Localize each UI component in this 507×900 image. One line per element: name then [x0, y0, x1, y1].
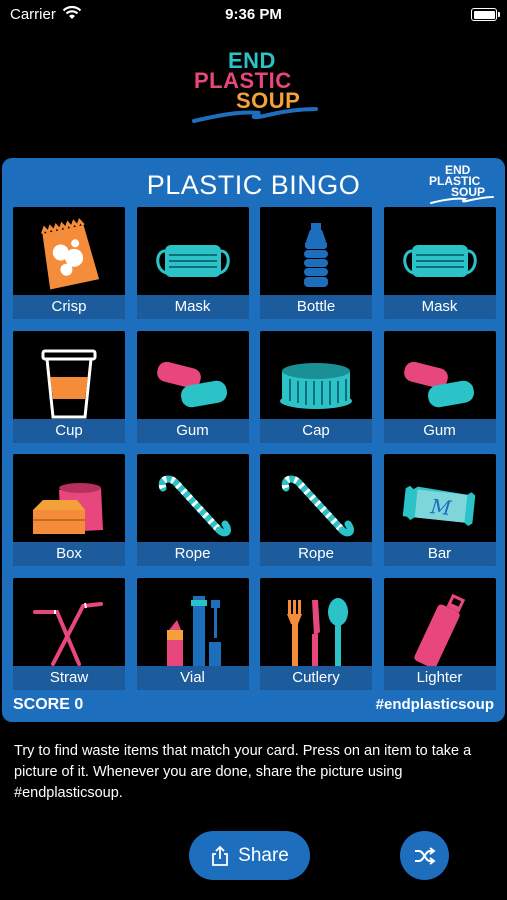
- bingo-grid: Crisp Mask Bottle Mask Cup Gum Cap Gum B…: [13, 207, 496, 690]
- chewing-gum-icon: [156, 361, 227, 407]
- bingo-cell-rope[interactable]: Rope: [136, 454, 249, 566]
- rope-icon: [158, 475, 231, 537]
- cell-label: Cutlery: [260, 665, 372, 690]
- bingo-cell-rope[interactable]: Rope: [260, 454, 372, 566]
- status-bar: Carrier 9:36 PM: [0, 0, 507, 30]
- card-logo: END PLASTIC SOUP: [429, 164, 495, 206]
- cell-label: Mask: [136, 295, 249, 319]
- battery-icon: [471, 8, 500, 21]
- score-label: SCORE 0: [13, 696, 84, 713]
- crisp-bag-icon: [41, 218, 100, 290]
- end-plastic-soup-logo: END PLASTIC SOUP: [190, 50, 320, 128]
- cosmetics-vials-icon: [166, 595, 221, 666]
- cell-label: Rope: [136, 542, 249, 566]
- bingo-card: PLASTIC BINGO END PLASTIC SOUP Crisp Mas…: [2, 158, 505, 722]
- share-button[interactable]: Share: [189, 831, 310, 880]
- bingo-cell-box[interactable]: Box: [13, 454, 125, 566]
- chewing-gum-icon: [403, 361, 474, 407]
- bottle-cap-icon: [280, 362, 352, 409]
- bottle-icon: [304, 223, 328, 287]
- cell-label: Lighter: [383, 665, 496, 690]
- card-logo-wave-icon: [430, 196, 494, 204]
- lighter-icon: [413, 593, 465, 666]
- instructions-text: Try to find waste items that match your …: [14, 743, 472, 801]
- takeaway-box-icon: [33, 483, 103, 534]
- cell-label: Crisp: [13, 295, 125, 319]
- cell-label: Mask: [383, 295, 496, 319]
- bingo-cell-gum[interactable]: Gum: [136, 330, 249, 443]
- bingo-cell-crisp[interactable]: Crisp: [13, 207, 125, 319]
- share-label: Share: [238, 844, 289, 866]
- cutlery-icon: [287, 597, 348, 666]
- rope-icon: [281, 475, 354, 537]
- cell-label: Gum: [383, 418, 496, 443]
- cell-label: Cap: [260, 418, 372, 443]
- shuffle-button[interactable]: [400, 831, 449, 880]
- candy-bar-wrapper-icon: M: [402, 485, 475, 527]
- bingo-cell-mask[interactable]: Mask: [136, 207, 249, 319]
- cell-label: Bottle: [260, 295, 372, 319]
- cell-label: Bar: [383, 542, 496, 566]
- logo-wave-icon: [192, 107, 318, 123]
- shuffle-icon: [414, 846, 436, 865]
- bingo-cell-mask[interactable]: Mask: [383, 207, 496, 319]
- cell-label: Gum: [136, 418, 249, 443]
- clock: 9:36 PM: [225, 6, 282, 23]
- straws-icon: [33, 601, 103, 666]
- share-icon: [212, 845, 229, 866]
- hashtag-label: #endplasticsoup: [375, 696, 494, 713]
- cell-label: Box: [13, 542, 125, 566]
- bingo-cell-straw[interactable]: Straw: [13, 577, 125, 690]
- bingo-cell-cup[interactable]: Cup: [13, 330, 125, 443]
- face-mask-icon: [155, 245, 230, 277]
- coffee-cup-icon: [41, 349, 97, 418]
- cell-label: Vial: [136, 665, 249, 690]
- svg-text:M: M: [428, 494, 452, 520]
- bingo-cell-lighter[interactable]: Lighter: [383, 577, 496, 690]
- cell-label: Rope: [260, 542, 372, 566]
- cell-label: Cup: [13, 418, 125, 443]
- bingo-cell-cutlery[interactable]: Cutlery: [260, 577, 372, 690]
- bingo-cell-gum[interactable]: Gum: [383, 330, 496, 443]
- bingo-cell-vial[interactable]: Vial: [136, 577, 249, 690]
- bingo-cell-bar[interactable]: M Bar: [383, 454, 496, 566]
- face-mask-icon: [402, 245, 477, 277]
- bingo-cell-bottle[interactable]: Bottle: [260, 207, 372, 319]
- bingo-cell-cap[interactable]: Cap: [260, 330, 372, 443]
- cell-label: Straw: [13, 665, 125, 690]
